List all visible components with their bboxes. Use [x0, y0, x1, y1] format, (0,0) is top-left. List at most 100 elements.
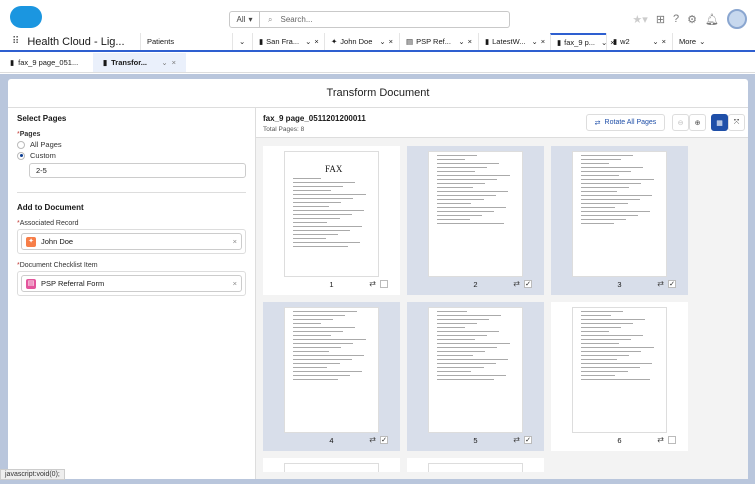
salesforce-logo[interactable] — [10, 6, 42, 28]
checklist-item-value: PSP Referral Form — [41, 279, 104, 288]
tab-fax-9[interactable]: ▮fax_9 p...⌄× — [550, 33, 606, 50]
patients-dropdown[interactable]: ⌄ — [232, 33, 252, 50]
search-input[interactable]: Search... — [280, 15, 312, 24]
rotate-icon[interactable]: ⇄ — [369, 279, 376, 288]
page-tile[interactable] — [263, 458, 400, 472]
tab-label: LatestW... — [492, 37, 525, 46]
page-title: Transform Document — [8, 79, 748, 108]
checklist-item-field[interactable]: ▤ PSP Referral Form × — [17, 271, 246, 296]
search-icon: ⌕ — [268, 15, 272, 25]
tab-john-doe[interactable]: ✦John Doe⌄× — [324, 33, 399, 50]
checklist-icon: ▤ — [26, 279, 36, 289]
chevron-down-icon[interactable]: ⌄ — [379, 37, 385, 46]
add-to-document-heading: Add to Document — [17, 203, 246, 212]
grid-view-button[interactable]: ▦ — [711, 114, 728, 131]
help-icon[interactable]: ? — [673, 13, 679, 25]
page-thumbnail[interactable] — [572, 307, 667, 433]
fax-header: FAX — [325, 164, 378, 174]
clear-icon[interactable]: × — [233, 237, 237, 246]
radio-label: Custom — [30, 151, 56, 160]
radio-button-selected[interactable] — [17, 152, 25, 160]
avatar[interactable] — [727, 9, 747, 29]
page-checkbox[interactable]: ✓ — [524, 280, 532, 288]
zoom-out-button[interactable]: ⊖ — [672, 114, 689, 131]
pages-label: *Pages — [17, 131, 246, 138]
page-checkbox[interactable] — [380, 280, 388, 288]
global-search[interactable]: All▾ ⌕ Search... — [229, 11, 510, 28]
expand-view-button[interactable]: ⤧ — [728, 114, 745, 131]
search-scope-dropdown[interactable]: All▾ — [230, 12, 260, 27]
person-icon: ✦ — [26, 237, 36, 247]
more-label: More — [679, 37, 696, 46]
rotate-icon[interactable]: ⇄ — [657, 279, 664, 288]
associated-record-value: John Doe — [41, 237, 73, 246]
tab-label: PSP Ref... — [416, 37, 451, 46]
tab-psp-ref[interactable]: ▤PSP Ref...⌄× — [399, 33, 478, 50]
global-add-icon[interactable]: ⊞ — [656, 13, 665, 26]
page-thumbnail[interactable] — [284, 463, 379, 472]
tab-label: w2 — [620, 37, 630, 46]
page-tile[interactable] — [407, 458, 544, 472]
page-tile[interactable]: 4⇄✓ — [263, 302, 400, 451]
zoom-out-icon: ⊖ — [678, 119, 684, 127]
radio-button[interactable] — [17, 141, 25, 149]
radio-custom[interactable]: Custom — [17, 151, 246, 160]
zoom-in-icon: ⊕ — [695, 119, 701, 127]
chevron-down-icon[interactable]: ⌄ — [458, 37, 464, 46]
chevron-down-icon[interactable]: ⌄ — [532, 37, 538, 46]
close-icon[interactable]: × — [314, 37, 318, 46]
page-checkbox[interactable]: ✓ — [380, 436, 388, 444]
close-icon[interactable]: × — [541, 37, 545, 46]
page-tile[interactable]: FAX1⇄ — [263, 146, 400, 295]
total-pages: Total Pages: 8 — [263, 126, 741, 133]
page-thumbnail[interactable] — [428, 151, 523, 277]
favorites-star-icon[interactable]: ★▾ — [632, 13, 647, 26]
radio-all-pages[interactable]: All Pages — [17, 140, 246, 149]
page-tile[interactable]: 2⇄✓ — [407, 146, 544, 295]
page-tile[interactable]: 3⇄✓ — [551, 146, 688, 295]
page-tile[interactable]: 6⇄ — [551, 302, 688, 451]
page-grid: FAX1⇄2⇄✓3⇄✓4⇄✓5⇄✓6⇄ — [263, 146, 688, 472]
setup-gear-icon[interactable]: ⚙ — [687, 13, 697, 26]
subtab-transform[interactable]: ▮Transfor...⌄× — [93, 53, 186, 72]
chevron-down-icon[interactable]: ⌄ — [305, 37, 311, 46]
rotate-all-pages-button[interactable]: ⇄Rotate All Pages — [586, 114, 665, 131]
page-thumbnail[interactable]: FAX — [284, 151, 379, 277]
rotate-icon[interactable]: ⇄ — [513, 435, 520, 444]
page-checkbox[interactable]: ✓ — [668, 280, 676, 288]
rotate-icon[interactable]: ⇄ — [369, 435, 376, 444]
associated-record-field[interactable]: ✦ John Doe × — [17, 229, 246, 254]
chevron-down-icon[interactable]: ⌄ — [161, 58, 167, 67]
more-tabs-button[interactable]: More⌄ — [672, 33, 755, 50]
page-thumbnail[interactable] — [428, 307, 523, 433]
app-launcher-icon[interactable]: ⠿ — [12, 36, 19, 47]
pages-label-text: Pages — [20, 131, 41, 138]
close-icon[interactable]: × — [389, 37, 393, 46]
subtab-bar: ▮fax_9 page_051... ▮Transfor...⌄× — [0, 53, 755, 73]
rotate-icon[interactable]: ⇄ — [513, 279, 520, 288]
close-icon[interactable]: × — [468, 37, 472, 46]
page-checkbox[interactable] — [668, 436, 676, 444]
page-thumbnail[interactable] — [284, 307, 379, 433]
close-icon[interactable]: × — [662, 37, 666, 46]
file-icon: ▮ — [485, 37, 489, 46]
divider — [17, 192, 246, 193]
custom-pages-input[interactable]: 2-5 — [29, 163, 246, 178]
chevron-down-icon[interactable]: ⌄ — [652, 37, 658, 46]
page-checkbox[interactable]: ✓ — [524, 436, 532, 444]
notifications-bell-icon[interactable]: 🔔︎ — [705, 13, 719, 26]
rotate-icon[interactable]: ⇄ — [657, 435, 664, 444]
page-thumbnail[interactable] — [428, 463, 523, 472]
subtab-fax-page[interactable]: ▮fax_9 page_051... — [0, 53, 93, 72]
chevron-down-icon: ⌄ — [239, 37, 245, 46]
close-icon[interactable]: × — [172, 58, 176, 67]
clear-icon[interactable]: × — [233, 279, 237, 288]
zoom-in-button[interactable]: ⊕ — [689, 114, 706, 131]
tab-w2[interactable]: ▮w2⌄× — [606, 33, 672, 50]
tab-patients[interactable]: Patients — [140, 33, 232, 50]
tab-san-fra[interactable]: ▮San Fra...⌄× — [252, 33, 324, 50]
page-tile[interactable]: 5⇄✓ — [407, 302, 544, 451]
tab-latestw[interactable]: ▮LatestW... ⌄× — [478, 33, 550, 50]
global-header: All▾ ⌕ Search... ★▾ ⊞ ? ⚙ 🔔︎ — [0, 0, 755, 33]
page-thumbnail[interactable] — [572, 151, 667, 277]
